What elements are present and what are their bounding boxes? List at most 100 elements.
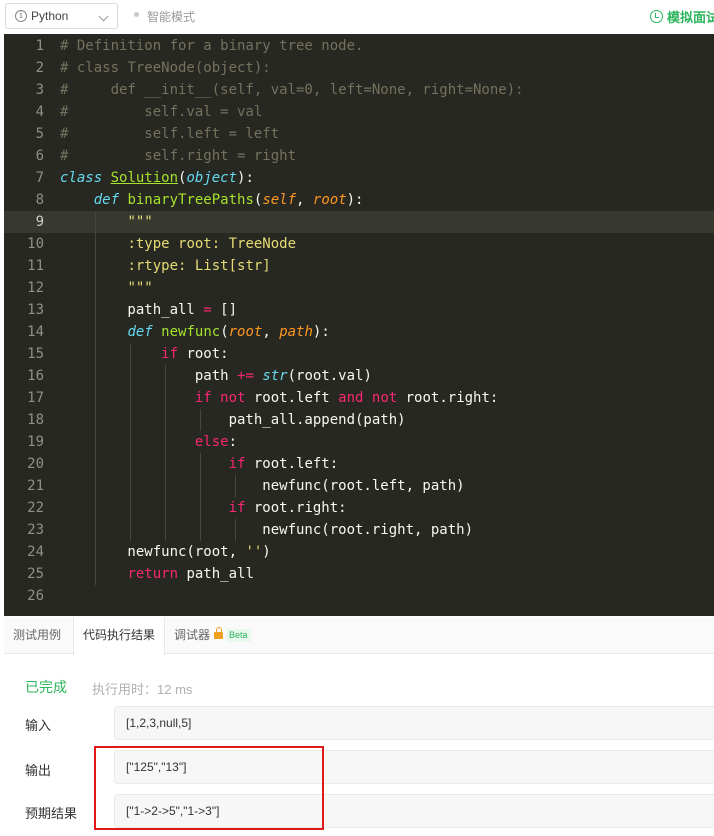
code-text: return path_all <box>127 566 254 582</box>
code-line[interactable]: 15 if root: <box>4 343 714 365</box>
line-number: 21 <box>27 478 44 494</box>
code-text: """ <box>127 214 153 230</box>
console-tabs: 测试用例 代码执行结果 调试器 Beta <box>4 617 714 655</box>
code-line[interactable]: 6 # self.right = right <box>4 145 714 167</box>
line-number: 12 <box>27 280 44 296</box>
input-value: [1,2,3,null,5] <box>114 706 714 740</box>
indent-guide <box>234 519 236 541</box>
code-text: newfunc(root.right, path) <box>60 522 474 538</box>
indent-guide <box>234 475 236 497</box>
line-number: 9 <box>35 214 44 230</box>
line-number: 3 <box>35 82 44 98</box>
line-number: 18 <box>27 412 44 428</box>
code-line[interactable]: 9 """ <box>4 211 714 233</box>
code-text: def binaryTreePaths(self, root): <box>93 192 364 208</box>
chevron-down-icon <box>98 11 109 22</box>
tab-testcase[interactable]: 测试用例 <box>4 617 70 654</box>
tab-debugger[interactable]: 调试器 Beta <box>165 617 260 654</box>
status-text: 已完成 <box>25 679 67 695</box>
code-line[interactable]: 22 if root.right: <box>4 497 714 519</box>
language-label: Python <box>31 9 69 23</box>
code-line[interactable]: 1 # Definition for a binary tree node. <box>4 35 714 57</box>
code-text: path_all.append(path) <box>60 412 406 428</box>
code-text: path_all = [] <box>60 302 238 318</box>
line-number: 4 <box>35 104 44 120</box>
code-line[interactable]: 5 # self.left = left <box>4 123 714 145</box>
annotation-box <box>94 746 324 830</box>
line-number: 20 <box>27 456 44 472</box>
smart-mode-toggle-icon[interactable] <box>134 12 139 17</box>
line-number: 15 <box>27 346 44 362</box>
code-line[interactable]: 2 # class TreeNode(object): <box>4 57 714 79</box>
smart-mode-label[interactable]: 智能模式 <box>147 8 195 25</box>
line-number: 5 <box>35 126 44 142</box>
indent-guide <box>199 409 201 431</box>
code-text: if root.right: <box>228 500 347 516</box>
line-number: 17 <box>27 390 44 406</box>
code-line[interactable]: 26 <box>4 585 714 607</box>
code-line[interactable]: 24 newfunc(root, '') <box>4 541 714 563</box>
mock-interview-button[interactable]: 模拟面试 <box>650 7 714 26</box>
input-label: 输入 <box>25 718 52 733</box>
code-line[interactable]: 20 if root.left: <box>4 453 714 475</box>
line-number: 25 <box>27 566 44 582</box>
code-line[interactable]: 14 def newfunc(root, path): <box>4 321 714 343</box>
code-line[interactable]: 7 class Solution(object): <box>4 167 714 189</box>
line-number: 7 <box>35 170 44 186</box>
code-text: def newfunc(root, path): <box>127 324 330 340</box>
line-number: 13 <box>27 302 44 318</box>
line-number: 10 <box>27 236 44 252</box>
indent-guide <box>199 453 201 541</box>
code-line[interactable]: 23 newfunc(root.right, path) <box>4 519 714 541</box>
code-text: # def __init__(self, val=0, left=None, r… <box>60 82 524 98</box>
code-text: # class TreeNode(object): <box>60 60 271 76</box>
indent-guide <box>164 365 166 541</box>
code-line[interactable]: 11 :rtype: List[str] <box>4 255 714 277</box>
indent-guide <box>129 343 131 541</box>
code-line[interactable]: 21 newfunc(root.left, path) <box>4 475 714 497</box>
line-number: 14 <box>27 324 44 340</box>
code-line[interactable]: 3 # def __init__(self, val=0, left=None, … <box>4 79 714 101</box>
expected-label: 预期结果 <box>25 806 78 821</box>
execution-time: 执行用时：12 ms <box>92 682 193 697</box>
line-number: 24 <box>27 544 44 560</box>
info-icon: i <box>15 10 27 22</box>
code-editor[interactable]: 1 # Definition for a binary tree node. 2 # … <box>4 34 714 616</box>
line-number: 1 <box>35 38 44 54</box>
line-number: 8 <box>35 192 44 208</box>
line-number: 19 <box>27 434 44 450</box>
code-line[interactable]: 16 path += str(root.val) <box>4 365 714 387</box>
editor-toolbar: i Python 智能模式 模拟面试 <box>0 0 714 34</box>
alarm-clock-icon <box>650 10 663 23</box>
code-line[interactable]: 4 # self.val = val <box>4 101 714 123</box>
code-text: # self.val = val <box>60 104 263 120</box>
language-select[interactable]: i Python <box>5 3 118 29</box>
code-line[interactable]: 18 path_all.append(path) <box>4 409 714 431</box>
code-text: path += str(root.val) <box>60 368 372 384</box>
tab-debugger-label: 调试器 <box>174 628 211 642</box>
code-line[interactable]: 10 :type root: TreeNode <box>4 233 714 255</box>
tab-result[interactable]: 代码执行结果 <box>73 617 166 655</box>
line-number: 26 <box>27 588 44 604</box>
line-number: 11 <box>27 258 44 274</box>
code-text: # Definition for a binary tree node. <box>60 38 364 54</box>
line-number: 2 <box>35 60 44 76</box>
code-line[interactable]: 17 if not root.left and not root.right: <box>4 387 714 409</box>
code-line[interactable]: 12 """ <box>4 277 714 299</box>
code-text: :rtype: List[str] <box>127 258 271 274</box>
lock-icon <box>214 627 224 639</box>
line-number: 22 <box>27 500 44 516</box>
output-label: 输出 <box>25 763 52 778</box>
code-text: if root: <box>161 346 229 362</box>
mock-interview-label: 模拟面试 <box>667 10 714 25</box>
line-number: 6 <box>35 148 44 164</box>
beta-badge: Beta <box>226 629 251 642</box>
code-line[interactable]: 8 def binaryTreePaths(self, root): <box>4 189 714 211</box>
code-text: # self.right = right <box>60 148 297 164</box>
code-line[interactable]: 19 else: <box>4 431 714 453</box>
code-line[interactable]: 13 path_all = [] <box>4 299 714 321</box>
code-text: class Solution(object): <box>60 170 254 186</box>
code-text: else: <box>194 434 238 450</box>
code-line[interactable]: 25 return path_all <box>4 563 714 585</box>
code-text: # self.left = left <box>60 126 280 142</box>
